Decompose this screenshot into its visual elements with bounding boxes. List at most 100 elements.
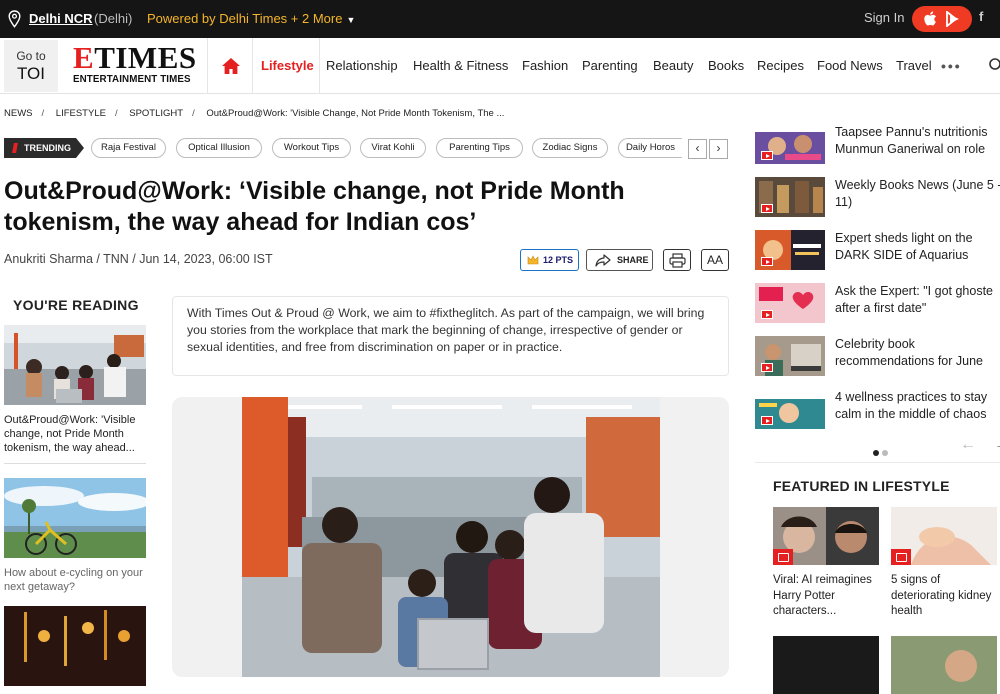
arrow-left-icon[interactable]: ←: [960, 436, 976, 454]
video-thumbnail: [755, 124, 825, 164]
city-sub-label: (Delhi): [94, 11, 133, 26]
photo-icon: [773, 549, 793, 565]
trending-tag[interactable]: Optical Illusion: [176, 138, 262, 158]
carousel-dots: [873, 443, 891, 461]
nav-health-fitness[interactable]: Health & Fitness: [413, 58, 508, 73]
carousel-dot[interactable]: [873, 450, 879, 456]
trending-label: TRENDING: [24, 143, 71, 153]
featured-card[interactable]: [773, 636, 879, 694]
breadcrumb: NEWS / LIFESTYLE / SPOTLIGHT / Out&Proud@Wo…: [4, 108, 510, 119]
trending-tag[interactable]: Virat Kohli: [360, 138, 426, 158]
home-icon[interactable]: [221, 57, 241, 75]
video-item[interactable]: Celebrity book recommendations for June: [755, 336, 1000, 376]
featured-thumbnail: [891, 636, 997, 694]
share-button[interactable]: SHARE: [586, 249, 653, 271]
play-icon: [761, 257, 773, 266]
points-badge[interactable]: 12 PTS: [520, 249, 579, 271]
logo-times: TIMES: [94, 40, 197, 75]
search-icon[interactable]: [988, 57, 1000, 73]
nav-beauty[interactable]: Beauty: [653, 58, 693, 73]
reading-card[interactable]: How about e-cycling on your next getaway…: [4, 478, 146, 594]
breadcrumb-spotlight[interactable]: SPOTLIGHT: [129, 108, 183, 119]
app-download-button[interactable]: [912, 6, 972, 32]
video-title: Ask the Expert: "I got ghoste after a fir…: [835, 284, 993, 315]
carousel-dot[interactable]: [882, 450, 888, 456]
featured-caption: 5 signs of deteriorating kidney health: [891, 574, 992, 617]
article-summary: With Times Out & Proud @ Work, we aim to…: [172, 296, 729, 376]
featured-thumbnail: [773, 507, 879, 565]
video-item[interactable]: Ask the Expert: "I got ghoste after a fir…: [755, 283, 1000, 323]
nav-lifestyle[interactable]: Lifestyle: [261, 58, 314, 73]
arrow-right-icon[interactable]: →: [994, 436, 1000, 454]
points-label: 12 PTS: [543, 255, 574, 265]
play-icon: [761, 416, 773, 425]
share-icon: [595, 254, 611, 267]
reading-divider: [4, 463, 146, 464]
powered-by-dropdown[interactable]: Powered by Delhi Times + 2 More ▼: [147, 11, 355, 26]
nav-books[interactable]: Books: [708, 58, 744, 73]
nav-fashion[interactable]: Fashion: [522, 58, 568, 73]
nav-recipes[interactable]: Recipes: [757, 58, 804, 73]
city-selector[interactable]: Delhi NCR: [29, 11, 93, 26]
video-item[interactable]: Weekly Books News (June 5 -11): [755, 177, 1000, 217]
arrow-left-icon[interactable]: ‹: [688, 139, 707, 159]
print-icon: [669, 253, 686, 268]
nav-travel[interactable]: Travel: [896, 58, 932, 73]
breadcrumb-news[interactable]: NEWS: [4, 108, 33, 119]
video-title: Expert sheds light on the DARK SIDE of Aq…: [835, 231, 973, 262]
trending-tag[interactable]: Zodiac Signs: [532, 138, 608, 158]
logo-e: E: [73, 40, 95, 75]
video-title: Weekly Books News (June 5 -11): [835, 178, 1000, 209]
sign-in-link[interactable]: Sign In: [864, 10, 904, 25]
powered-by-label: Powered by Delhi Times + 2 More: [147, 11, 343, 26]
nav-parenting[interactable]: Parenting: [582, 58, 638, 73]
nav-divider: [319, 38, 320, 94]
youre-reading-title: YOU'RE READING: [13, 297, 139, 313]
section-divider: [755, 462, 1000, 463]
featured-caption: Viral: AI reimagines Harry Potter charac…: [773, 574, 872, 617]
font-size-button[interactable]: AA: [701, 249, 729, 271]
breadcrumb-separator: /: [41, 108, 45, 119]
hero-image[interactable]: [242, 397, 660, 677]
play-icon: [761, 310, 773, 319]
arrow-right-icon[interactable]: ›: [709, 139, 728, 159]
top-bar: Delhi NCR (Delhi) Powered by Delhi Times…: [0, 0, 1000, 38]
facebook-icon[interactable]: f: [979, 9, 983, 24]
video-item[interactable]: 4 wellness practices to stay calm in the …: [755, 389, 1000, 429]
reading-title: How about e-cycling on your next getaway…: [4, 567, 143, 593]
trending-tag[interactable]: Daily Horos: [618, 138, 682, 158]
more-menu-button[interactable]: •••: [941, 58, 962, 74]
reading-title: Out&Proud@Work: 'Visible change, not Pri…: [4, 414, 136, 454]
trending-tag[interactable]: Parenting Tips: [436, 138, 523, 158]
play-icon: [761, 363, 773, 372]
print-button[interactable]: [663, 249, 691, 271]
reading-thumbnail: [4, 478, 146, 558]
video-item[interactable]: Taapsee Pannu's nutritionis Munmun Ganeri…: [755, 124, 1000, 164]
go-to-label: Go to: [16, 49, 46, 63]
featured-card[interactable]: Viral: AI reimagines Harry Potter charac…: [773, 507, 879, 620]
trending-tag[interactable]: Raja Festival: [91, 138, 166, 158]
nav-relationship[interactable]: Relationship: [326, 58, 398, 73]
featured-card[interactable]: [891, 636, 997, 694]
go-to-toi-button[interactable]: Go to TOI: [4, 40, 58, 92]
etimes-logo[interactable]: ETIMES ENTERTAINMENT TIMES: [73, 42, 196, 88]
nav-food-news[interactable]: Food News: [817, 58, 883, 73]
breadcrumb-lifestyle[interactable]: LIFESTYLE: [56, 108, 106, 119]
reading-card[interactable]: [4, 606, 146, 686]
share-label: SHARE: [617, 255, 649, 265]
article-headline: Out&Proud@Work: ‘Visible change, not Pri…: [4, 177, 625, 236]
breadcrumb-separator: /: [192, 108, 195, 119]
video-thumbnail: [755, 283, 825, 323]
breadcrumb-separator: /: [114, 108, 118, 119]
trending-tag[interactable]: Workout Tips: [272, 138, 351, 158]
video-item[interactable]: Expert sheds light on the DARK SIDE of Aq…: [755, 230, 1000, 270]
main-nav: Go to TOI ETIMES ENTERTAINMENT TIMES Lif…: [0, 38, 1000, 94]
video-thumbnail: [755, 230, 825, 270]
photo-icon: [891, 549, 911, 565]
trending-badge: TRENDING: [4, 138, 84, 158]
location-pin-icon[interactable]: [8, 10, 21, 28]
reading-card[interactable]: Out&Proud@Work: 'Visible change, not Pri…: [4, 325, 146, 455]
crown-icon: [527, 255, 539, 265]
video-title: Celebrity book recommendations for June: [835, 337, 983, 368]
featured-card[interactable]: 5 signs of deteriorating kidney health: [891, 507, 997, 620]
